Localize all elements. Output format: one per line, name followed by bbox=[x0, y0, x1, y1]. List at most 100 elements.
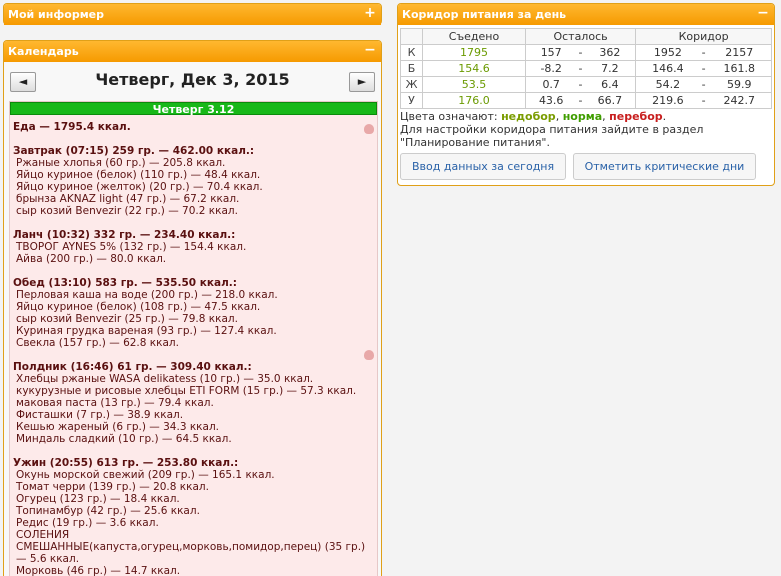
remaining-min: 43.6 bbox=[524, 92, 577, 109]
corridor-min: 219.6 bbox=[635, 92, 700, 109]
remaining-max: 66.7 bbox=[584, 92, 637, 109]
meal-header[interactable]: Ланч (10:32) 332 гр. — 234.40 ккал.: bbox=[13, 229, 377, 241]
food-item[interactable]: сыр козий Benvezir (25 гр.) — 79.8 ккал. bbox=[13, 313, 377, 325]
dash: - bbox=[576, 76, 585, 93]
corridor-max: 2157 bbox=[707, 44, 772, 61]
calendar-header[interactable]: Календарь − bbox=[4, 41, 381, 62]
food-item[interactable]: Куриная грудка вареная (93 гр.) — 127.4 … bbox=[13, 325, 377, 337]
food-item[interactable]: Топинамбур (42 гр.) — 25.6 ккал. bbox=[13, 505, 377, 517]
header-blank bbox=[400, 28, 423, 45]
corridor-min: 146.4 bbox=[635, 60, 700, 77]
legend-sep: , bbox=[555, 110, 560, 123]
food-item[interactable]: Миндаль сладкий (10 гр.) — 64.5 ккал. bbox=[13, 433, 377, 445]
remaining-max: 6.4 bbox=[584, 76, 637, 93]
date-nav: ◄ Четверг, Дек 3, 2015 ► bbox=[4, 68, 381, 100]
next-day-button[interactable]: ► bbox=[349, 72, 375, 92]
remaining-min: 157 bbox=[524, 44, 577, 61]
remaining-max: 7.2 bbox=[584, 60, 637, 77]
food-item[interactable]: брынза AKNAZ light (47 гр.) — 67.2 ккал. bbox=[13, 193, 377, 205]
food-item[interactable]: ТВОРОГ AYNES 5% (132 гр.) — 154.4 ккал. bbox=[13, 241, 377, 253]
collapse-icon[interactable]: − bbox=[756, 6, 770, 20]
meal-header[interactable]: Полдник (16:46) 61 гр. — 309.40 ккал.: bbox=[13, 361, 377, 373]
table-row: Б 154.6 -8.2-7.2 146.4-161.8 bbox=[400, 60, 772, 77]
corridor-max: 161.8 bbox=[707, 60, 772, 77]
legend: Цвета означают: недобор, норма, перебор.… bbox=[398, 109, 774, 149]
hand-icon[interactable] bbox=[364, 350, 374, 360]
eaten-value: 154.6 bbox=[422, 60, 526, 77]
food-item[interactable]: Ржаные хлопья (60 гр.) — 205.8 ккал. bbox=[13, 157, 377, 169]
corridor-title: Коридор питания за день bbox=[402, 8, 567, 21]
legend-prefix: Цвета означают: bbox=[400, 110, 498, 123]
dash: - bbox=[699, 60, 708, 77]
dash: - bbox=[699, 76, 708, 93]
eaten-value: 176.0 bbox=[422, 92, 526, 109]
food-item[interactable]: Редис (19 гр.) — 3.6 ккал. bbox=[13, 517, 377, 529]
food-item[interactable]: Окунь морской свежий (209 гр.) — 165.1 к… bbox=[13, 469, 377, 481]
row-label: К bbox=[400, 44, 423, 61]
table-row: К 1795 157-362 1952-2157 bbox=[400, 44, 772, 61]
meal-header[interactable]: Ужин (20:55) 613 гр. — 253.80 ккал.: bbox=[13, 457, 377, 469]
legend-ok: норма bbox=[562, 110, 603, 123]
day-entries: Четверг 3.12 Еда — 1795.4 ккал. Завтрак … bbox=[9, 101, 378, 576]
row-label: Ж bbox=[400, 76, 423, 93]
food-item[interactable]: Огурец (123 гр.) — 18.4 ккал. bbox=[13, 493, 377, 505]
row-label: У bbox=[400, 92, 423, 109]
remaining-min: 0.7 bbox=[524, 76, 577, 93]
food-item[interactable]: Яйцо куриное (желток) (20 гр.) — 70.4 кк… bbox=[13, 181, 377, 193]
food-item[interactable]: маковая паста (13 гр.) — 79.4 ккал. bbox=[13, 397, 377, 409]
critical-days-button[interactable]: Отметить критические дни bbox=[572, 153, 757, 180]
expand-icon[interactable]: + bbox=[363, 6, 377, 20]
header-corridor: Коридор bbox=[635, 28, 772, 45]
legend-over: перебор bbox=[609, 110, 663, 123]
legend-end: . bbox=[662, 110, 667, 123]
calendar-panel: Календарь − ◄ Четверг, Дек 3, 2015 ► Чет… bbox=[3, 40, 382, 576]
food-item[interactable]: Томат черри (139 гр.) — 20.8 ккал. bbox=[13, 481, 377, 493]
informer-header[interactable]: Мой информер + bbox=[4, 4, 381, 25]
food-item[interactable]: Яйцо куриное (белок) (110 гр.) — 48.4 кк… bbox=[13, 169, 377, 181]
table-header-row: Съедено Осталось Коридор bbox=[400, 28, 772, 45]
corridor-header[interactable]: Коридор питания за день − bbox=[398, 4, 774, 25]
header-remaining: Осталось bbox=[524, 28, 637, 45]
food-item[interactable]: Свекла (157 гр.) — 62.8 ккал. bbox=[13, 337, 377, 349]
corridor-max: 59.9 bbox=[707, 76, 772, 93]
meal-header[interactable]: Обед (13:10) 583 гр. — 535.50 ккал.: bbox=[13, 277, 377, 289]
food-item[interactable]: Хлебцы ржаные WASA delikatess (10 гр.) —… bbox=[13, 373, 377, 385]
informer-title: Мой информер bbox=[8, 8, 105, 21]
eaten-value: 1795 bbox=[422, 44, 526, 61]
meal-block: Ужин (20:55) 613 гр. — 253.80 ккал.: Окун… bbox=[13, 457, 377, 576]
prev-day-button[interactable]: ◄ bbox=[10, 72, 36, 92]
remaining-min: -8.2 bbox=[524, 60, 577, 77]
food-item[interactable]: Морковь (46 гр.) — 14.7 ккал. bbox=[13, 565, 377, 576]
legend-low: недобор bbox=[501, 110, 556, 123]
collapse-icon[interactable]: − bbox=[363, 43, 377, 57]
corridor-table: Съедено Осталось Коридор К 1795 157-362 195… bbox=[400, 28, 772, 109]
legend-sep: , bbox=[602, 110, 606, 123]
row-label: Б bbox=[400, 60, 423, 77]
meal-block: Полдник (16:46) 61 гр. — 309.40 ккал.: Хл… bbox=[13, 361, 377, 445]
food-item[interactable]: сыр козий Benvezir (22 гр.) — 70.2 ккал. bbox=[13, 205, 377, 217]
header-eaten: Съедено bbox=[422, 28, 526, 45]
corridor-note: Для настройки коридора питания зайдите в… bbox=[400, 123, 704, 149]
meal-block: Ланч (10:32) 332 гр. — 234.40 ккал.: ТВОР… bbox=[13, 229, 377, 265]
corridor-max: 242.7 bbox=[707, 92, 772, 109]
meal-header[interactable]: Завтрак (07:15) 259 гр. — 462.00 ккал.: bbox=[13, 145, 377, 157]
hand-icon[interactable] bbox=[364, 124, 374, 134]
dash: - bbox=[576, 44, 585, 61]
meal-list: Еда — 1795.4 ккал. Завтрак (07:15) 259 г… bbox=[10, 115, 377, 576]
remaining-max: 362 bbox=[584, 44, 637, 61]
table-row: У 176.0 43.6-66.7 219.6-242.7 bbox=[400, 92, 772, 109]
eaten-value: 53.5 bbox=[422, 76, 526, 93]
food-item[interactable]: Кешью жареный (6 гр.) — 34.3 ккал. bbox=[13, 421, 377, 433]
dash: - bbox=[576, 60, 585, 77]
food-item[interactable]: Перловая каша на воде (200 гр.) — 218.0 … bbox=[13, 289, 377, 301]
food-item[interactable]: Айва (200 гр.) — 80.0 ккал. bbox=[13, 253, 377, 265]
day-bar[interactable]: Четверг 3.12 bbox=[10, 102, 377, 116]
food-item[interactable]: кукурузные и рисовые хлебцы ETI FORM (15… bbox=[13, 385, 377, 397]
food-item[interactable]: Фисташки (7 гр.) — 38.9 ккал. bbox=[13, 409, 377, 421]
meal-block: Завтрак (07:15) 259 гр. — 462.00 ккал.: Р… bbox=[13, 145, 377, 217]
enter-today-button[interactable]: Ввод данных за сегодня bbox=[400, 153, 567, 180]
food-item[interactable]: Яйцо куриное (белок) (108 гр.) — 47.5 кк… bbox=[13, 301, 377, 313]
date-title: Четверг, Дек 3, 2015 bbox=[95, 70, 290, 89]
corridor-min: 1952 bbox=[635, 44, 700, 61]
food-item[interactable]: СОЛЕНИЯ СМЕШАННЫЕ(капуста,огурец,морковь… bbox=[13, 529, 377, 565]
